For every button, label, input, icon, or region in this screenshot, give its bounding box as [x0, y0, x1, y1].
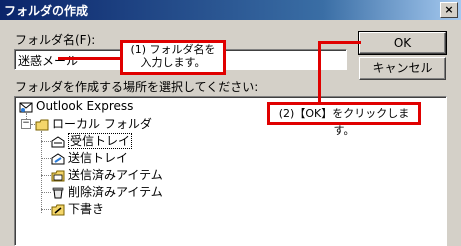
tree-line	[41, 131, 42, 213]
tree-item-local-folders[interactable]: ローカル フォルダ	[35, 116, 152, 132]
tree-label: 送信トレイ	[68, 151, 129, 165]
location-label: フォルダを作成する場所を選択してください:	[15, 80, 259, 94]
tree-item-deleted-items[interactable]: 削除済みアイテム	[51, 184, 163, 200]
tree-label: Outlook Express	[36, 99, 134, 113]
callout-pointer-line	[318, 41, 321, 105]
cancel-button[interactable]: キャンセル	[359, 57, 446, 80]
tree-label: 受信トレイ	[68, 133, 133, 149]
ok-button[interactable]: OK	[358, 31, 447, 55]
tree-item-outbox[interactable]: 送信トレイ	[51, 150, 128, 166]
expander-toggle[interactable]: −	[21, 119, 31, 129]
tree-label: ローカル フォルダ	[52, 117, 152, 131]
tree-line	[41, 209, 51, 210]
drafts-icon	[51, 204, 65, 215]
tree-label: 削除済みアイテム	[68, 185, 163, 199]
callout-pointer-line	[318, 41, 361, 44]
tree-item-outlook-express[interactable]: Outlook Express	[19, 98, 133, 114]
minus-icon: −	[22, 118, 30, 128]
folder-name-label: フォルダ名(F):	[15, 33, 96, 47]
tree-label: 送信済みアイテム	[68, 168, 163, 182]
outbox-icon	[51, 152, 65, 164]
callout-text: 入力します。	[140, 56, 206, 69]
sent-items-icon	[51, 170, 65, 181]
trash-icon	[52, 187, 64, 198]
callout-step-2: (2)【OK】をクリックします。	[267, 102, 421, 137]
callout-step-1: (1) フォルダ名を 入力します。	[120, 40, 226, 75]
tree-line	[41, 141, 51, 142]
outlook-express-icon	[19, 102, 33, 112]
tree-item-drafts[interactable]: 下書き	[51, 201, 104, 217]
callout-pointer-line	[58, 57, 123, 60]
tree-label: 下書き	[68, 202, 105, 216]
tree-item-inbox[interactable]: 受信トレイ	[51, 133, 133, 149]
inbox-icon	[51, 135, 65, 147]
local-folder-icon	[35, 119, 49, 130]
close-button[interactable]: ×	[440, 2, 458, 18]
tree-line	[41, 158, 51, 159]
tree-line	[41, 175, 51, 176]
folder-name-value: 迷惑メール	[18, 54, 79, 68]
window-title: フォルダの作成	[4, 4, 89, 18]
title-bar: フォルダの作成 ×	[0, 0, 461, 20]
callout-text: (1) フォルダ名を	[130, 43, 216, 56]
tree-line	[41, 192, 51, 193]
tree-item-sent-items[interactable]: 送信済みアイテム	[51, 167, 163, 183]
close-icon: ×	[444, 3, 454, 16]
